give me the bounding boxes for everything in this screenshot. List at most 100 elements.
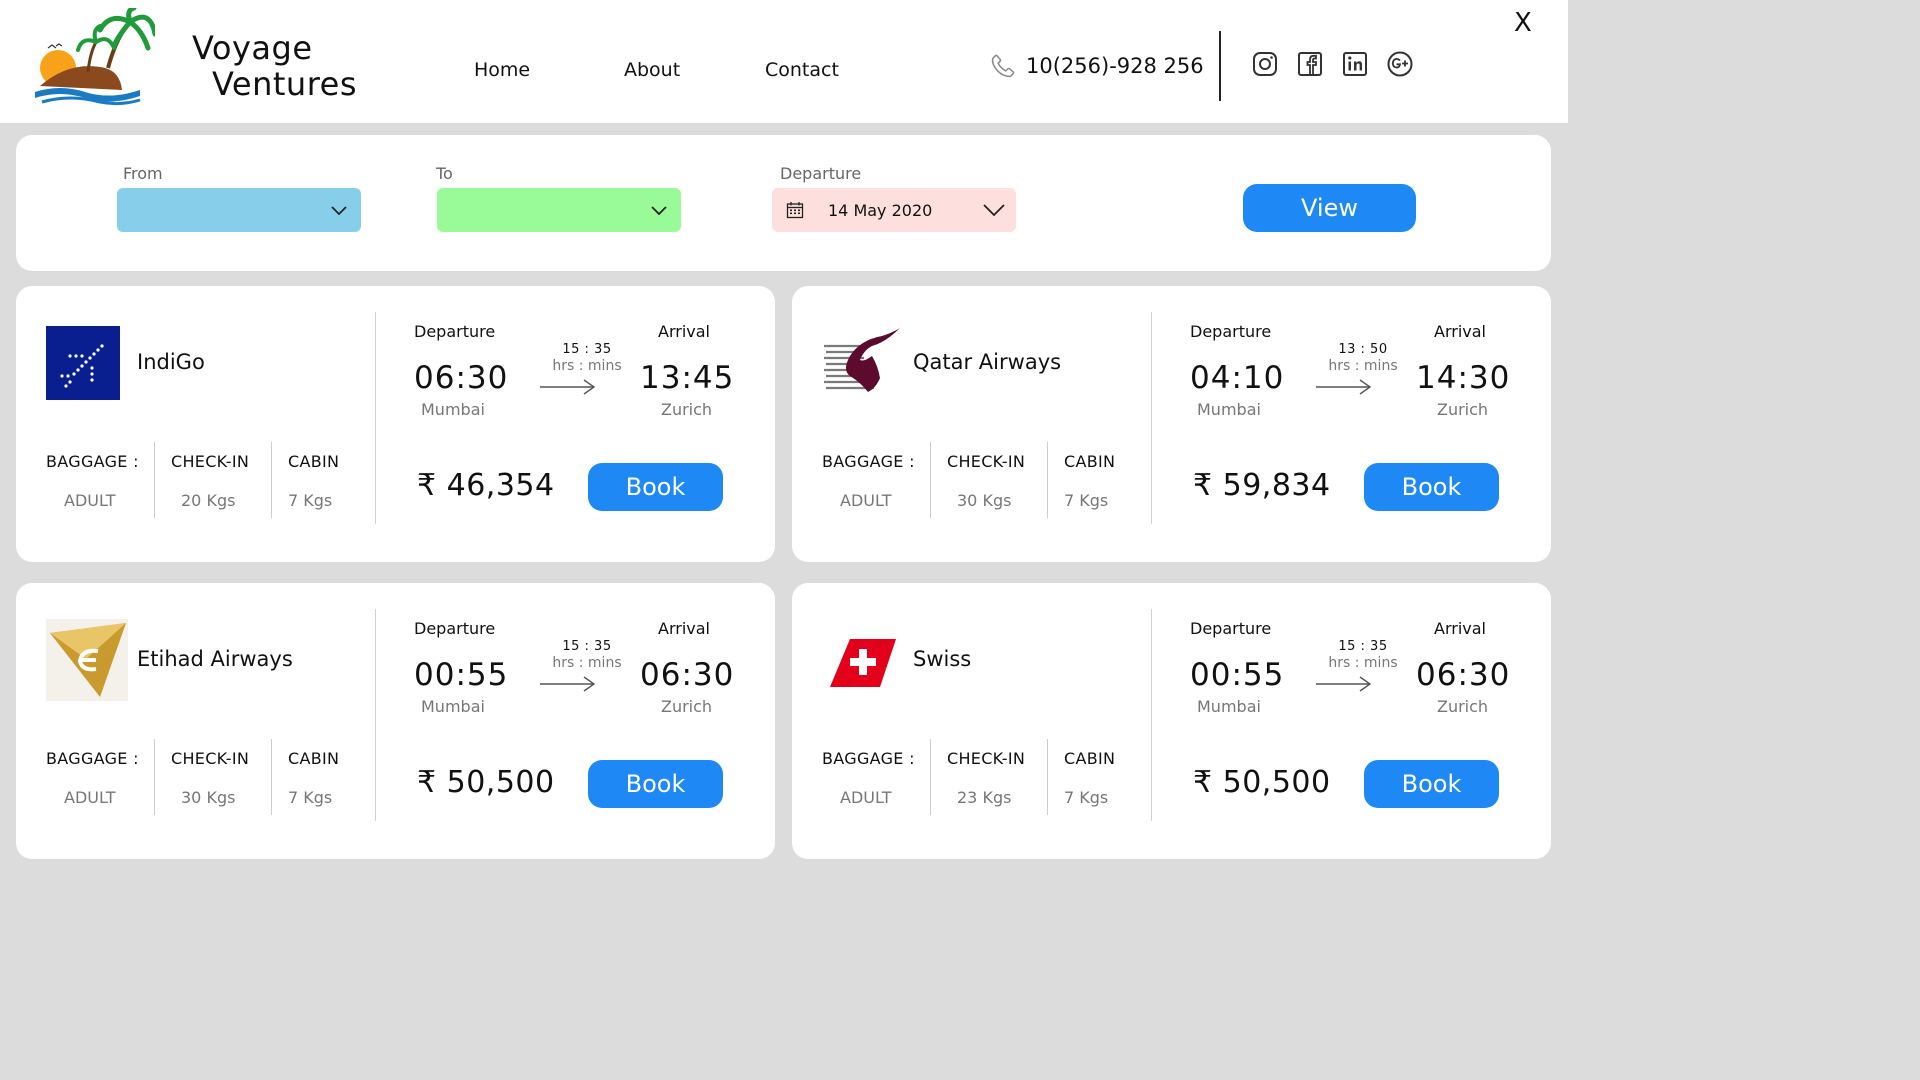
checkin-value: 30 Kgs: [181, 788, 236, 807]
airline-name: IndiGo: [137, 350, 205, 374]
flight-card: Swiss BAGGAGE : CHECK-IN CABIN ADULT 23 …: [792, 583, 1551, 859]
nav-home[interactable]: Home: [474, 59, 530, 81]
fare-price: ₹ 46,354: [417, 468, 555, 503]
flight-card: IndiGo BAGGAGE : CHECK-IN CABIN ADULT 20…: [16, 286, 775, 562]
baggage-divider: [271, 739, 272, 815]
passenger-type: ADULT: [840, 491, 892, 510]
baggage-divider: [1047, 739, 1048, 815]
checkin-label: CHECK-IN: [947, 452, 1026, 471]
baggage-divider: [930, 739, 931, 815]
arrow-right-icon: [540, 676, 596, 692]
departure-city: Mumbai: [421, 697, 485, 716]
departure-time: 04:10: [1190, 360, 1285, 396]
flight-duration: 13 : 50: [1338, 342, 1388, 357]
card-divider: [1151, 312, 1152, 524]
cabin-label: CABIN: [288, 452, 340, 471]
cabin-label: CABIN: [1064, 452, 1116, 471]
cabin-value: 7 Kgs: [1064, 788, 1109, 807]
baggage-label: BAGGAGE :: [46, 452, 139, 471]
instagram-icon[interactable]: [1251, 50, 1279, 78]
close-button[interactable]: X: [1514, 8, 1532, 38]
chevron-down-icon: [983, 204, 1005, 217]
departure-time: 00:55: [414, 657, 509, 693]
header-divider: [1219, 31, 1221, 101]
departure-city: Mumbai: [1197, 697, 1261, 716]
brand-line-2: Ventures: [212, 65, 358, 103]
chevron-down-icon: [331, 206, 347, 216]
from-label: From: [123, 164, 163, 183]
departure-time: 06:30: [414, 360, 509, 396]
cabin-value: 7 Kgs: [288, 491, 333, 510]
checkin-label: CHECK-IN: [171, 749, 250, 768]
airline-logo: [46, 619, 128, 701]
flight-duration: 15 : 35: [1338, 639, 1388, 654]
to-label: To: [436, 164, 453, 183]
departure-date-picker[interactable]: 14 May 2020: [772, 188, 1016, 232]
arrival-city: Zurich: [1437, 697, 1489, 716]
duration-units: hrs : mins: [552, 655, 622, 671]
arrival-time: 06:30: [1416, 657, 1511, 693]
airline-name: Qatar Airways: [913, 350, 1062, 374]
baggage-label: BAGGAGE :: [822, 452, 915, 471]
cabin-value: 7 Kgs: [288, 788, 333, 807]
arrival-time: 06:30: [640, 657, 735, 693]
arrival-heading: Arrival: [658, 619, 710, 638]
checkin-value: 30 Kgs: [957, 491, 1012, 510]
calendar-icon: [786, 202, 804, 219]
departure-city: Mumbai: [1197, 400, 1261, 419]
island-palm-logo: [35, 8, 155, 106]
departure-heading: Departure: [1190, 322, 1272, 341]
card-divider: [1151, 609, 1152, 821]
arrival-heading: Arrival: [1434, 322, 1486, 341]
duration-units: hrs : mins: [552, 358, 622, 374]
book-button[interactable]: Book: [1364, 760, 1499, 808]
view-button[interactable]: View: [1243, 184, 1416, 232]
duration-units: hrs : mins: [1328, 655, 1398, 671]
nav-about[interactable]: About: [624, 59, 680, 81]
flight-card: Qatar Airways BAGGAGE : CHECK-IN CABIN A…: [792, 286, 1551, 562]
baggage-label: BAGGAGE :: [822, 749, 915, 768]
arrival-city: Zurich: [661, 697, 713, 716]
book-button[interactable]: Book: [588, 760, 723, 808]
book-button[interactable]: Book: [588, 463, 723, 511]
checkin-label: CHECK-IN: [947, 749, 1026, 768]
flight-duration: 15 : 35: [562, 342, 612, 357]
duration-units: hrs : mins: [1328, 358, 1398, 374]
arrival-city: Zurich: [1437, 400, 1489, 419]
arrow-right-icon: [540, 379, 596, 395]
from-select[interactable]: [117, 188, 361, 232]
departure-date-value: 14 May 2020: [828, 201, 933, 220]
chevron-down-icon: [651, 206, 667, 216]
airline-logo: [46, 326, 120, 400]
cabin-value: 7 Kgs: [1064, 491, 1109, 510]
checkin-value: 23 Kgs: [957, 788, 1012, 807]
baggage-divider: [1047, 442, 1048, 518]
brand-name: Voyage Ventures: [192, 30, 357, 102]
passenger-type: ADULT: [840, 788, 892, 807]
departure-heading: Departure: [1190, 619, 1272, 638]
card-divider: [375, 312, 376, 524]
phone-number: 10(256)-928 256: [1026, 54, 1204, 78]
nav-contact[interactable]: Contact: [765, 59, 839, 81]
arrival-heading: Arrival: [658, 322, 710, 341]
baggage-divider: [154, 739, 155, 815]
arrow-right-icon: [1316, 379, 1372, 395]
fare-price: ₹ 50,500: [417, 765, 555, 800]
arrival-city: Zurich: [661, 400, 713, 419]
linkedin-icon[interactable]: [1341, 50, 1369, 78]
flight-card: Etihad Airways BAGGAGE : CHECK-IN CABIN …: [16, 583, 775, 859]
book-button[interactable]: Book: [1364, 463, 1499, 511]
google-plus-icon[interactable]: [1386, 50, 1414, 78]
card-divider: [375, 609, 376, 821]
baggage-divider: [154, 442, 155, 518]
to-select[interactable]: [437, 188, 681, 232]
swiss-logo-icon: [830, 639, 896, 687]
airline-logo: [828, 633, 902, 707]
passenger-type: ADULT: [64, 788, 116, 807]
departure-heading: Departure: [414, 322, 496, 341]
flight-duration: 15 : 35: [562, 639, 612, 654]
fare-price: ₹ 50,500: [1193, 765, 1331, 800]
facebook-icon[interactable]: [1296, 50, 1324, 78]
passenger-type: ADULT: [64, 491, 116, 510]
departure-city: Mumbai: [421, 400, 485, 419]
